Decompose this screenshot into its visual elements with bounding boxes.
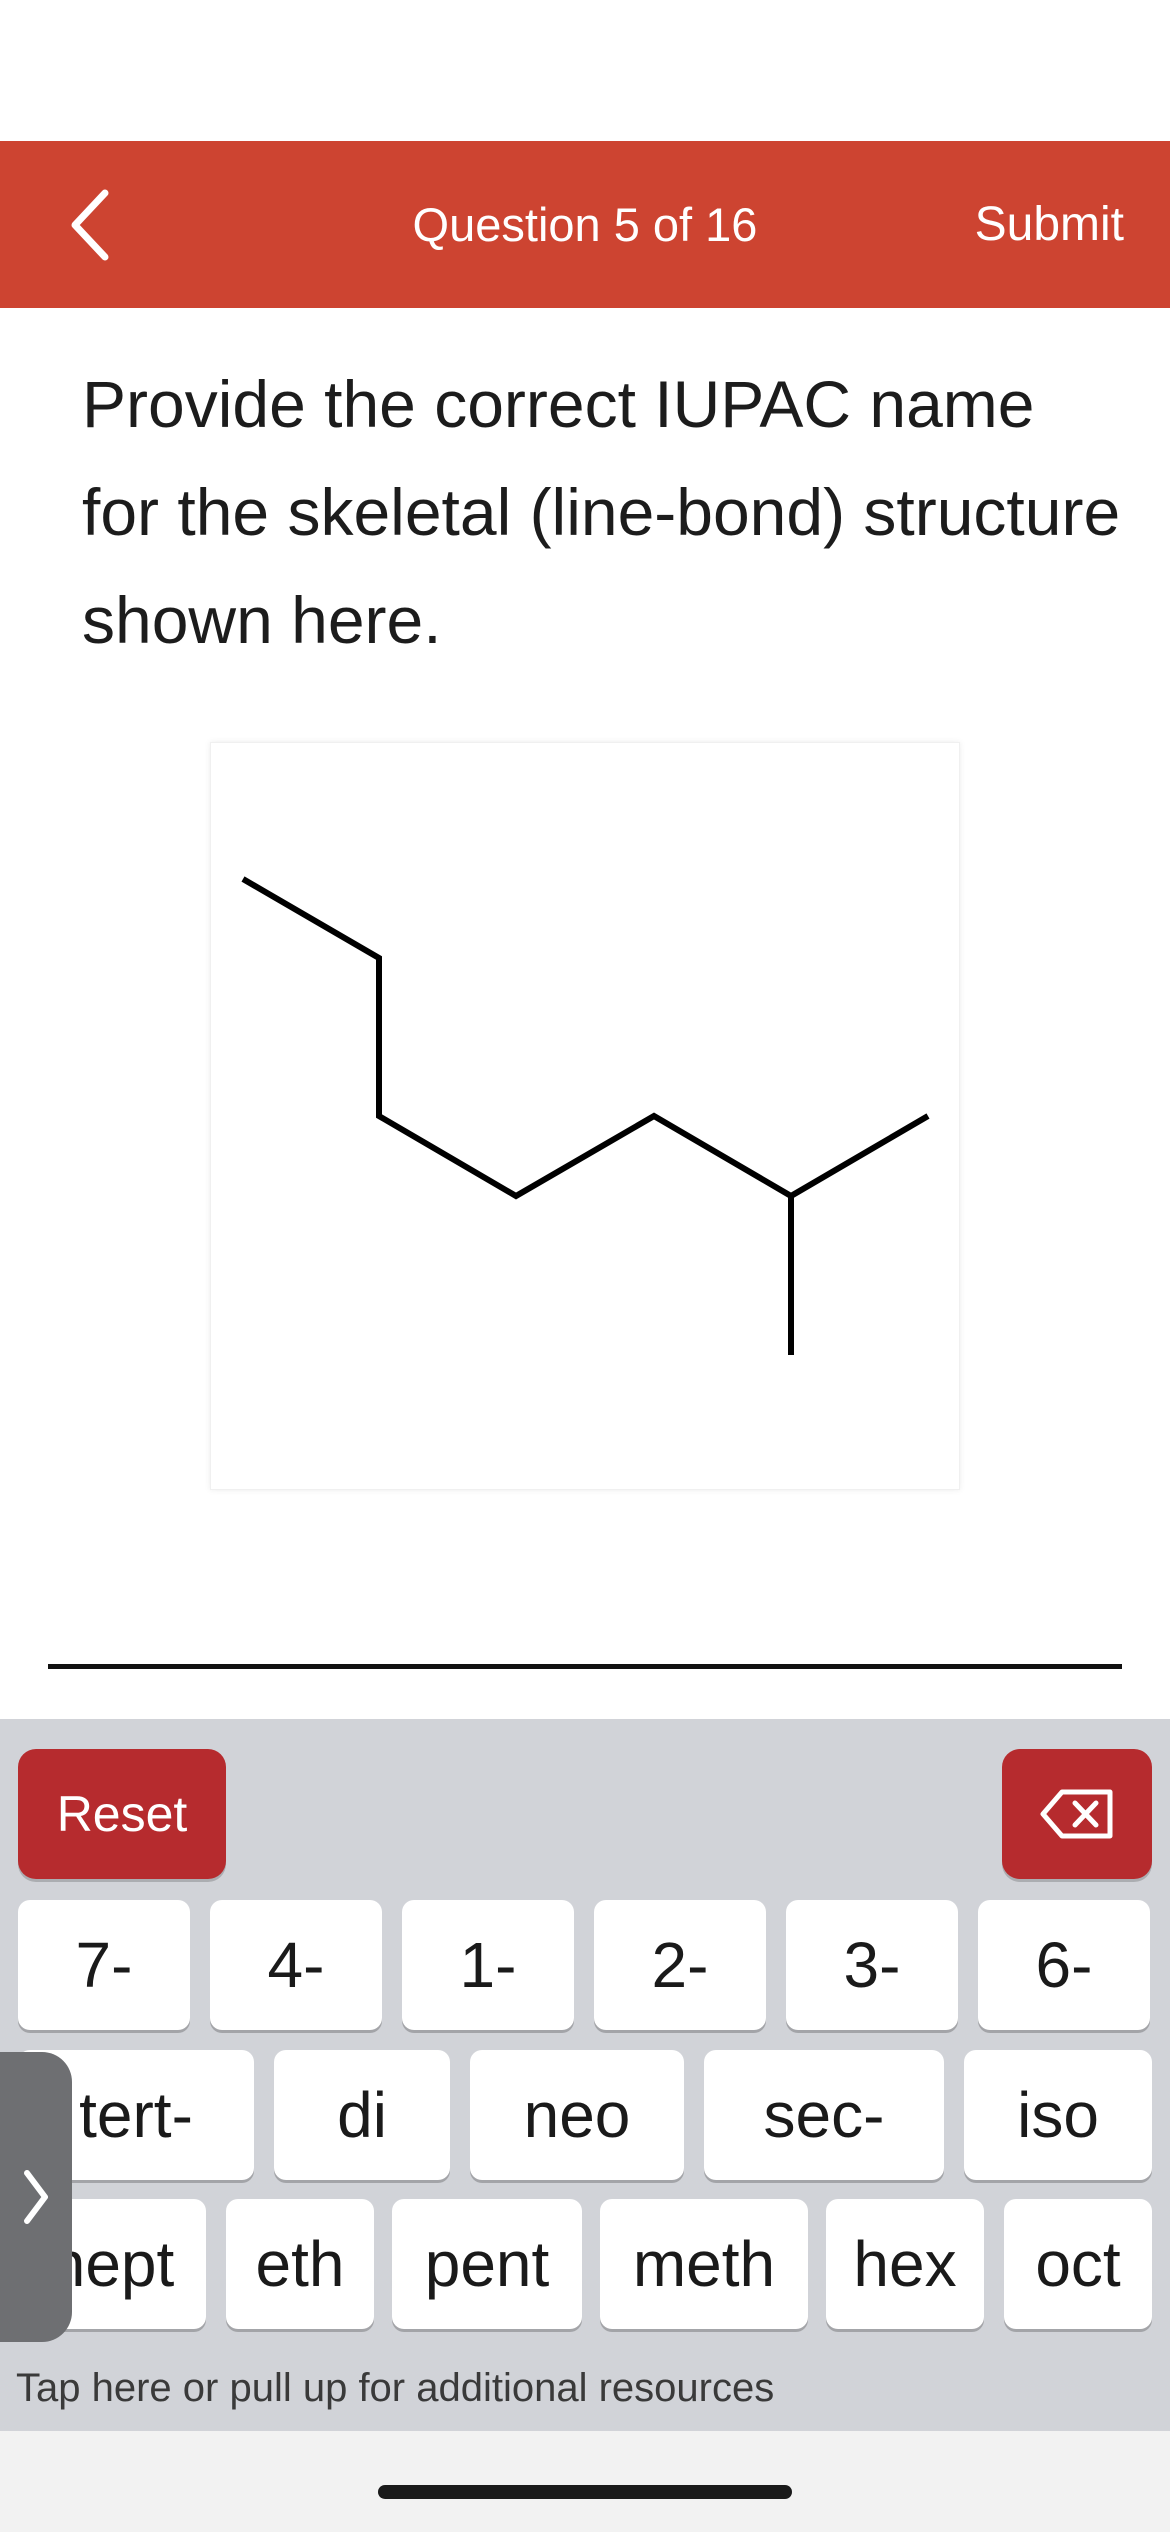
backspace-icon: [1040, 1789, 1113, 1839]
structure-image: [210, 742, 960, 1490]
structure-bonds-main-chain: [241, 876, 930, 1200]
question-text: Provide the correct IUPAC name for the s…: [82, 367, 1121, 657]
key-meth[interactable]: meth: [600, 2199, 808, 2329]
resources-handle[interactable]: [0, 2052, 72, 2342]
skeletal-structure: [241, 876, 930, 1355]
key-neo[interactable]: neo: [470, 2050, 684, 2180]
header-bar: Question 5 of 16 Submit: [0, 141, 1170, 308]
key-iso[interactable]: iso: [964, 2050, 1152, 2180]
home-area: [0, 2431, 1170, 2532]
reset-button[interactable]: Reset: [18, 1749, 226, 1879]
back-button[interactable]: [50, 177, 130, 272]
key-hex[interactable]: hex: [826, 2199, 984, 2329]
key-6[interactable]: 6-: [978, 1900, 1150, 2030]
key-eth[interactable]: eth: [226, 2199, 374, 2329]
key-sec[interactable]: sec-: [704, 2050, 944, 2180]
key-3[interactable]: 3-: [786, 1900, 958, 2030]
chevron-right-icon: [24, 2170, 48, 2224]
resources-bar[interactable]: Tap here or pull up for additional resou…: [0, 2345, 1170, 2431]
status-bar: [0, 0, 1170, 141]
key-2[interactable]: 2-: [594, 1900, 766, 2030]
key-7[interactable]: 7-: [18, 1900, 190, 2030]
key-1[interactable]: 1-: [402, 1900, 574, 2030]
key-di[interactable]: di: [274, 2050, 450, 2180]
home-indicator[interactable]: [378, 2485, 792, 2499]
key-4[interactable]: 4-: [210, 1900, 382, 2030]
key-oct[interactable]: oct: [1004, 2199, 1152, 2329]
delete-button[interactable]: [1002, 1749, 1152, 1879]
key-pent[interactable]: pent: [392, 2199, 582, 2329]
answer-input[interactable]: [48, 1664, 1122, 1669]
chevron-left-icon: [71, 189, 109, 260]
submit-button[interactable]: Submit: [975, 141, 1124, 308]
chem-keyboard: Reset 7- 4- 1- 2- 3- 6- tert- di neo sec…: [0, 1719, 1170, 2431]
